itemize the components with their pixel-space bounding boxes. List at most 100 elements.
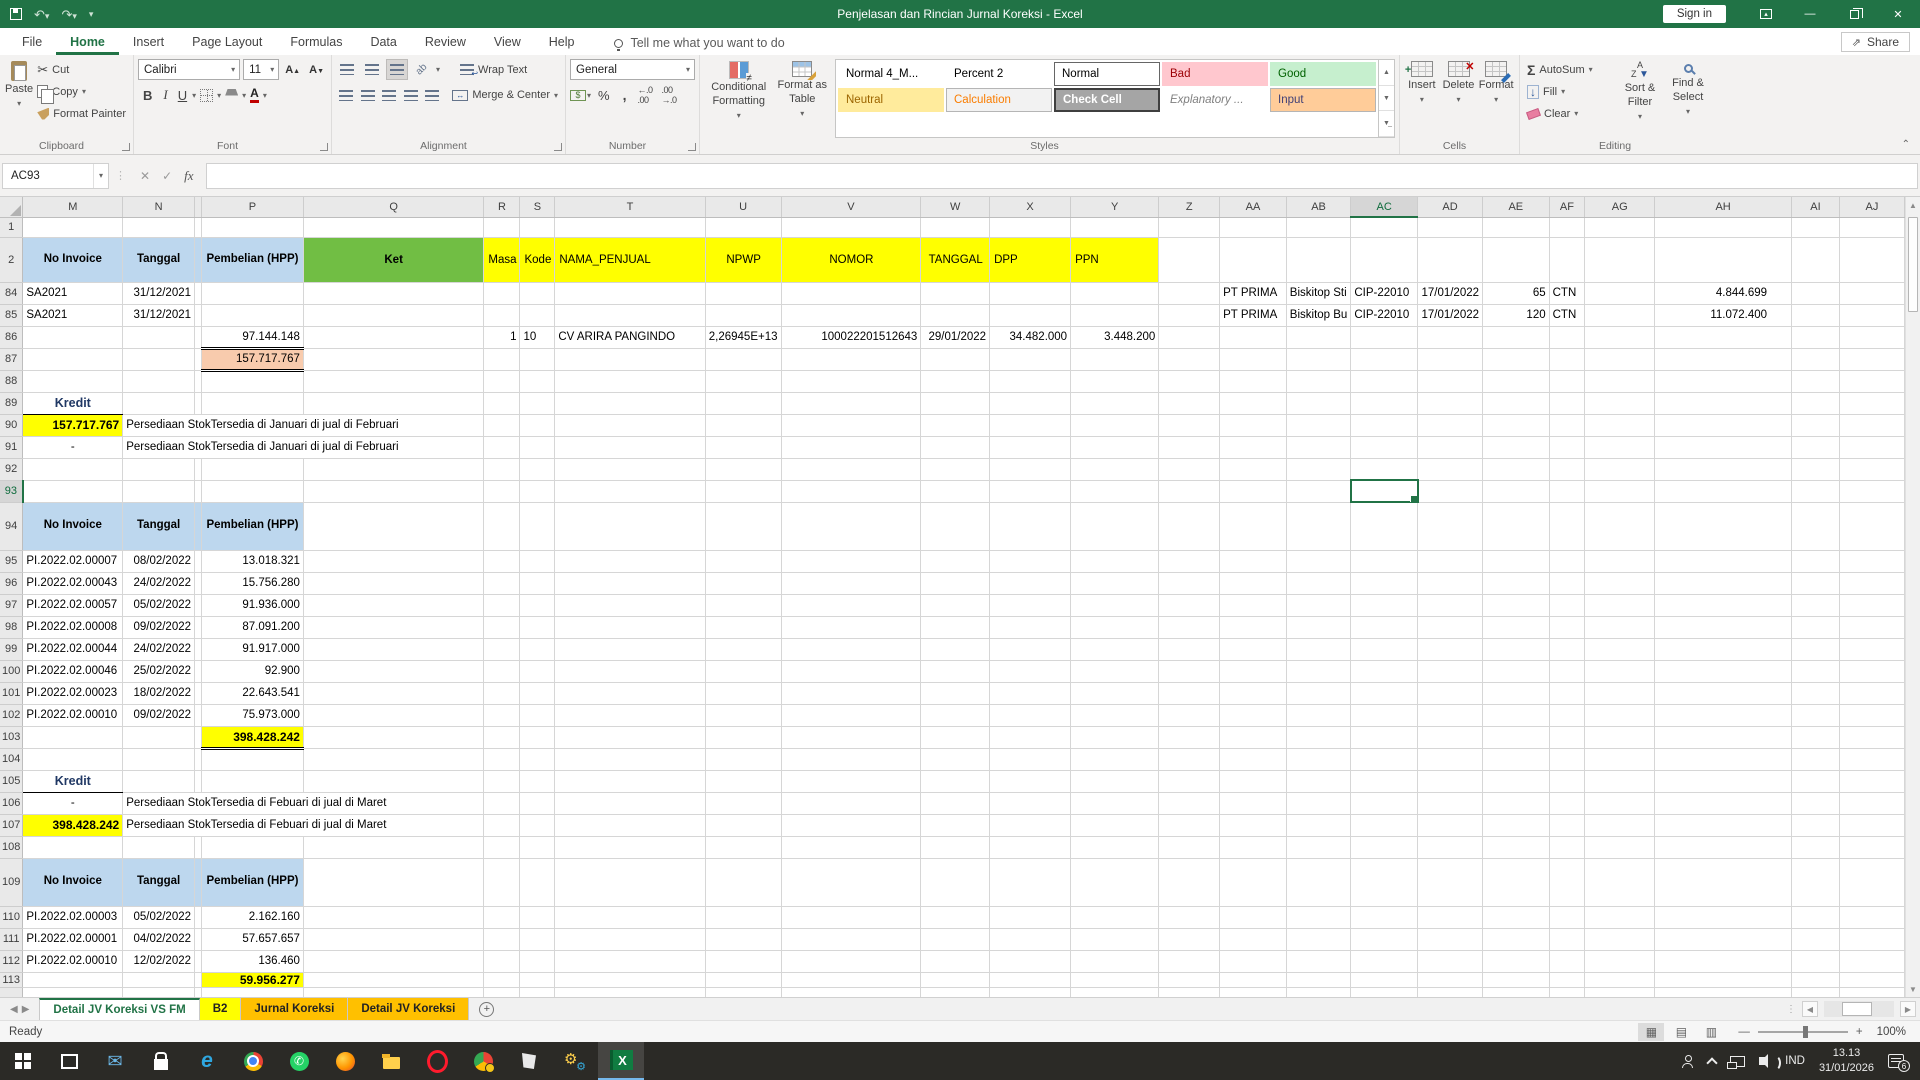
col-header-X[interactable]: X	[990, 197, 1071, 217]
cell-AF101[interactable]	[1549, 682, 1585, 704]
close-button[interactable]: ✕	[1876, 0, 1920, 28]
row-header-94[interactable]: 94	[0, 502, 23, 550]
cell-T89[interactable]	[555, 392, 705, 414]
cell-S113[interactable]	[520, 972, 555, 987]
cell-O104[interactable]	[195, 748, 202, 770]
cell-P1[interactable]	[202, 217, 304, 237]
cell-AG104[interactable]	[1585, 748, 1655, 770]
taskbar-button-task-view[interactable]	[46, 1042, 92, 1080]
cell-AG99[interactable]	[1585, 638, 1655, 660]
cell-U103[interactable]	[705, 726, 781, 748]
cell-AI110[interactable]	[1792, 906, 1840, 928]
minimize-button[interactable]: —	[1788, 0, 1832, 28]
notifications-icon[interactable]: 6	[1888, 1054, 1904, 1068]
cell-X1[interactable]	[990, 217, 1071, 237]
cell-P103[interactable]: 398.428.242	[202, 726, 304, 748]
cell-W87[interactable]	[921, 348, 990, 370]
cell-AC108[interactable]	[1351, 836, 1418, 858]
cell-AE94[interactable]	[1483, 502, 1550, 550]
cell-S94[interactable]	[520, 502, 555, 550]
insert-function-icon[interactable]: fx	[184, 168, 193, 184]
cell-AD113[interactable]	[1418, 972, 1483, 987]
cell-AE104[interactable]	[1483, 748, 1550, 770]
cell-T103[interactable]	[555, 726, 705, 748]
align-right-button[interactable]	[379, 85, 399, 106]
middle-align-button[interactable]	[361, 59, 383, 80]
cell-P87[interactable]: 157.717.767	[202, 348, 304, 370]
cell-N1[interactable]	[123, 217, 195, 237]
cell-R99[interactable]	[484, 638, 520, 660]
cell-U99[interactable]	[705, 638, 781, 660]
gallery-down-icon[interactable]: ▼	[1379, 86, 1394, 112]
cell-AF95[interactable]	[1549, 550, 1585, 572]
cell-AJ88[interactable]	[1839, 370, 1904, 392]
cell-T104[interactable]	[555, 748, 705, 770]
cell-V86[interactable]: 100022201512643	[781, 326, 921, 348]
cell-AF90[interactable]	[1549, 414, 1585, 436]
cell-AH106[interactable]	[1655, 792, 1792, 814]
cell-S88[interactable]	[520, 370, 555, 392]
increase-font-size-button[interactable]: A▲	[282, 64, 303, 76]
cell-AD87[interactable]	[1418, 348, 1483, 370]
merge-center-button[interactable]: ↔Merge & Center ▾	[449, 85, 561, 106]
clipboard-dialog-launcher-icon[interactable]	[122, 143, 130, 151]
cell-AG2[interactable]	[1585, 237, 1655, 282]
cell-AF88[interactable]	[1549, 370, 1585, 392]
cell-P95[interactable]: 13.018.321	[202, 550, 304, 572]
cell-AD90[interactable]	[1418, 414, 1483, 436]
delete-cells-button[interactable]: Delete▾	[1440, 59, 1478, 138]
cell-T86[interactable]: CV ARIRA PANGINDO	[555, 326, 705, 348]
cell-AF91[interactable]	[1549, 436, 1585, 458]
col-header-AH[interactable]: AH	[1655, 197, 1792, 217]
style-chip[interactable]: Bad	[1162, 62, 1268, 86]
scroll-right-icon[interactable]: ▶	[1900, 1001, 1916, 1017]
cell-V104[interactable]	[781, 748, 921, 770]
cell-P86[interactable]: 97.144.148	[202, 326, 304, 348]
cell-AA108[interactable]	[1220, 836, 1287, 858]
cell-AH90[interactable]	[1655, 414, 1792, 436]
decrease-font-size-button[interactable]: A▼	[306, 64, 327, 76]
cell-V107[interactable]	[781, 814, 921, 836]
cell-X90[interactable]	[990, 414, 1071, 436]
row-header-99[interactable]: 99	[0, 638, 23, 660]
cell-AI90[interactable]	[1792, 414, 1840, 436]
cell-AA100[interactable]	[1220, 660, 1287, 682]
cell-AG110[interactable]	[1585, 906, 1655, 928]
scroll-down-icon[interactable]: ▼	[1906, 981, 1920, 997]
cell-S95[interactable]	[520, 550, 555, 572]
format-cells-button[interactable]: Format▾	[1477, 59, 1515, 138]
cell-AG113[interactable]	[1585, 972, 1655, 987]
cell-Y95[interactable]	[1071, 550, 1159, 572]
cell-W95[interactable]	[921, 550, 990, 572]
cell-AG1[interactable]	[1585, 217, 1655, 237]
cell-U113[interactable]	[705, 972, 781, 987]
cell-AE111[interactable]	[1483, 928, 1550, 950]
cell-U110[interactable]	[705, 906, 781, 928]
cell-AE98[interactable]	[1483, 616, 1550, 638]
cell-AA90[interactable]	[1220, 414, 1287, 436]
cell-AB108[interactable]	[1286, 836, 1351, 858]
cell-T95[interactable]	[555, 550, 705, 572]
cell-R91[interactable]	[484, 436, 520, 458]
cell-AA113[interactable]	[1220, 972, 1287, 987]
cell-Q98[interactable]	[303, 616, 483, 638]
cell-P98[interactable]: 87.091.200	[202, 616, 304, 638]
cell-U90[interactable]	[705, 414, 781, 436]
cell-P99[interactable]: 91.917.000	[202, 638, 304, 660]
cell-AA112[interactable]	[1220, 950, 1287, 972]
cell-W102[interactable]	[921, 704, 990, 726]
row-header-106[interactable]: 106	[0, 792, 23, 814]
cell-AC107[interactable]	[1351, 814, 1418, 836]
cell-AD89[interactable]	[1418, 392, 1483, 414]
cell-AB87[interactable]	[1286, 348, 1351, 370]
cell-AJ1[interactable]	[1839, 217, 1904, 237]
cell-AD92[interactable]	[1418, 458, 1483, 480]
cell-N87[interactable]	[123, 348, 195, 370]
row-header-104[interactable]: 104	[0, 748, 23, 770]
cell-U97[interactable]	[705, 594, 781, 616]
cell-AG112[interactable]	[1585, 950, 1655, 972]
cell-O108[interactable]	[195, 836, 202, 858]
cell-S101[interactable]	[520, 682, 555, 704]
cell-W97[interactable]	[921, 594, 990, 616]
cell-Z88[interactable]	[1159, 370, 1220, 392]
